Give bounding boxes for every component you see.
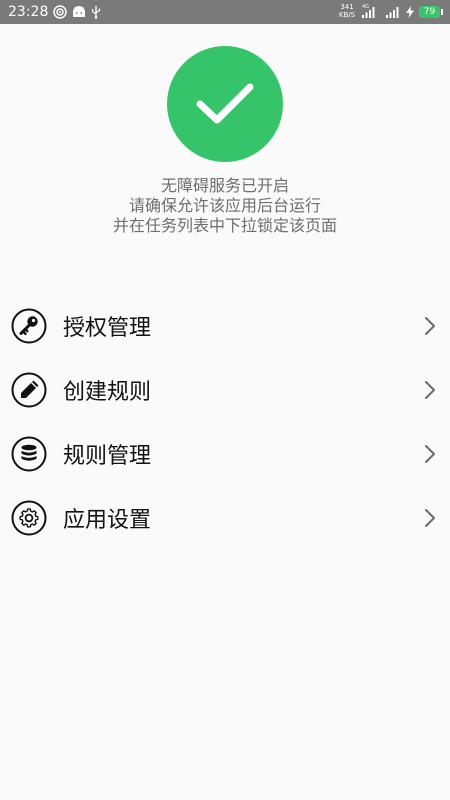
menu-item-label: 创建规则 xyxy=(63,380,152,405)
gear-icon xyxy=(11,500,47,536)
menu-item-create-rule[interactable]: 创建规则 xyxy=(0,358,450,422)
menu-item-label: 授权管理 xyxy=(63,316,152,341)
key-icon xyxy=(11,308,47,344)
network-speed: 341 KB/S xyxy=(338,3,356,19)
hotspot-icon xyxy=(52,0,68,24)
usb-icon xyxy=(90,0,102,24)
status-line: 并在任务列表中下拉锁定该页面 xyxy=(112,216,337,235)
chevron-right-icon xyxy=(425,381,435,399)
database-icon xyxy=(11,436,47,472)
menu-item-label: 规则管理 xyxy=(63,444,152,469)
pencil-icon xyxy=(11,372,47,408)
menu-item-authorization[interactable]: 授权管理 xyxy=(0,294,450,358)
status-bar: 23:28 341 KB/S 4G 79 xyxy=(0,0,450,24)
menu-item-label: 应用设置 xyxy=(63,508,152,533)
chevron-right-icon xyxy=(425,509,435,527)
status-time: 23:28 xyxy=(8,4,49,20)
main-menu: 授权管理 创建规则 规则管理 应用设置 xyxy=(0,294,450,550)
chevron-right-icon xyxy=(425,445,435,463)
signal-icon xyxy=(385,0,401,24)
status-line: 无障碍服务已开启 xyxy=(160,176,289,195)
status-line: 请确保允许该应用后台运行 xyxy=(128,196,321,215)
android-icon xyxy=(71,0,87,24)
charging-icon xyxy=(405,0,415,24)
service-status-message: 无障碍服务已开启 请确保允许该应用后台运行 并在任务列表中下拉锁定该页面 xyxy=(0,176,450,236)
menu-item-rule-management[interactable]: 规则管理 xyxy=(0,422,450,486)
menu-item-app-settings[interactable]: 应用设置 xyxy=(0,486,450,550)
battery-icon: 79 xyxy=(419,6,443,18)
chevron-right-icon xyxy=(425,317,435,335)
check-icon xyxy=(196,83,254,124)
signal-icon xyxy=(361,0,377,24)
service-enabled-badge xyxy=(167,46,283,162)
